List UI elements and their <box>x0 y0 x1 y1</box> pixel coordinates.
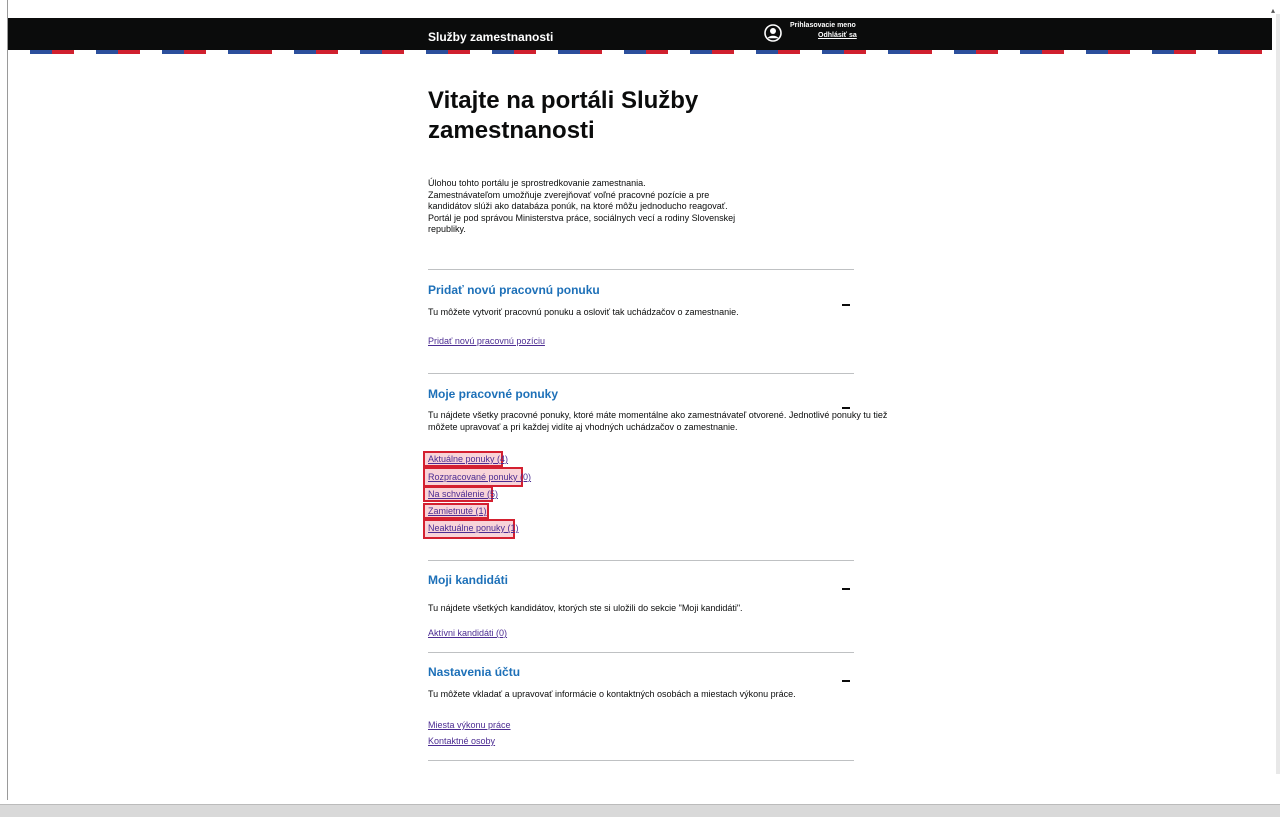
inactive-offers-link[interactable]: Neaktuálne ponuky (1) <box>428 523 519 533</box>
window-top <box>0 0 1280 6</box>
add-position-link[interactable]: Pridať novú pracovnú pozíciu <box>428 336 545 346</box>
intro-line: republiky. <box>428 224 466 234</box>
page-title: Vitajte na portáli Služby zamestnanosti <box>428 86 788 146</box>
section-description: Tu nájdete všetky pracovné ponuky, ktoré… <box>428 409 888 433</box>
pending-approval-link[interactable]: Na schválenie (5) <box>428 489 498 499</box>
intro-line: Portál je pod správou Ministerstva práce… <box>428 212 736 223</box>
section-title-account-settings: Nastavenia účtu <box>428 665 521 679</box>
active-candidates-link[interactable]: Aktívni kandidáti (0) <box>428 628 507 638</box>
section-title-my-offers: Moje pracovné ponuky <box>428 387 559 401</box>
section-description: Tu môžete vkladať a upravovať informácie… <box>428 689 796 699</box>
section-divider <box>428 373 854 374</box>
intro-text: Úlohou tohto portálu je sprostredkovanie… <box>428 178 736 236</box>
site-header <box>8 18 1272 50</box>
header-stripes <box>8 50 1272 54</box>
workplaces-link[interactable]: Miesta výkonu práce <box>428 720 511 730</box>
contact-persons-link[interactable]: Kontaktné osoby <box>428 736 495 746</box>
section-divider <box>428 760 854 761</box>
username-label: Prihlasovacie meno <box>790 22 856 29</box>
section-divider <box>428 652 854 653</box>
section-description: Tu môžete vytvoriť pracovnú ponuku a osl… <box>428 307 739 317</box>
current-offers-link[interactable]: Aktuálne ponuky (4) <box>428 454 508 464</box>
section-divider <box>428 269 854 270</box>
page-title-line: zamestnanosti <box>428 117 595 144</box>
scrollbar[interactable] <box>1276 14 1280 774</box>
page-title-line: Vitajte na portáli Služby <box>428 87 699 114</box>
drafts-link[interactable]: Rozpracované ponuky (0) <box>428 472 531 482</box>
description-line: Tu nájdete všetky pracovné ponuky, ktoré… <box>428 410 888 420</box>
rejected-link[interactable]: Zamietnuté (1) <box>428 506 487 516</box>
window-left-edge <box>7 0 8 800</box>
intro-line: Zamestnávateľom umožňuje zverejňovať voľ… <box>428 189 710 200</box>
site-brand[interactable]: Služby zamestnanosti <box>428 30 553 44</box>
description-line: môžete upravovať a pri každej vidíte aj … <box>428 422 738 432</box>
collapse-toggle-icon[interactable] <box>842 680 850 682</box>
section-title-my-candidates: Moji kandidáti <box>428 573 509 587</box>
intro-line: Úlohou tohto portálu je sprostredkovanie… <box>428 178 646 188</box>
collapse-toggle-icon[interactable] <box>842 588 850 590</box>
intro-line: kandidátov slúži ako databáza ponúk, na … <box>428 201 728 211</box>
status-bar <box>0 804 1280 817</box>
user-icon <box>764 24 782 42</box>
section-description: Tu nájdete všetkých kandidátov, ktorých … <box>428 603 743 613</box>
section-divider <box>428 560 854 561</box>
logout-link[interactable]: Odhlásiť sa <box>818 32 857 39</box>
section-title-add-offer: Pridať novú pracovnú ponuku <box>428 283 600 297</box>
scroll-up-arrow-icon[interactable]: ▴ <box>1271 6 1275 15</box>
